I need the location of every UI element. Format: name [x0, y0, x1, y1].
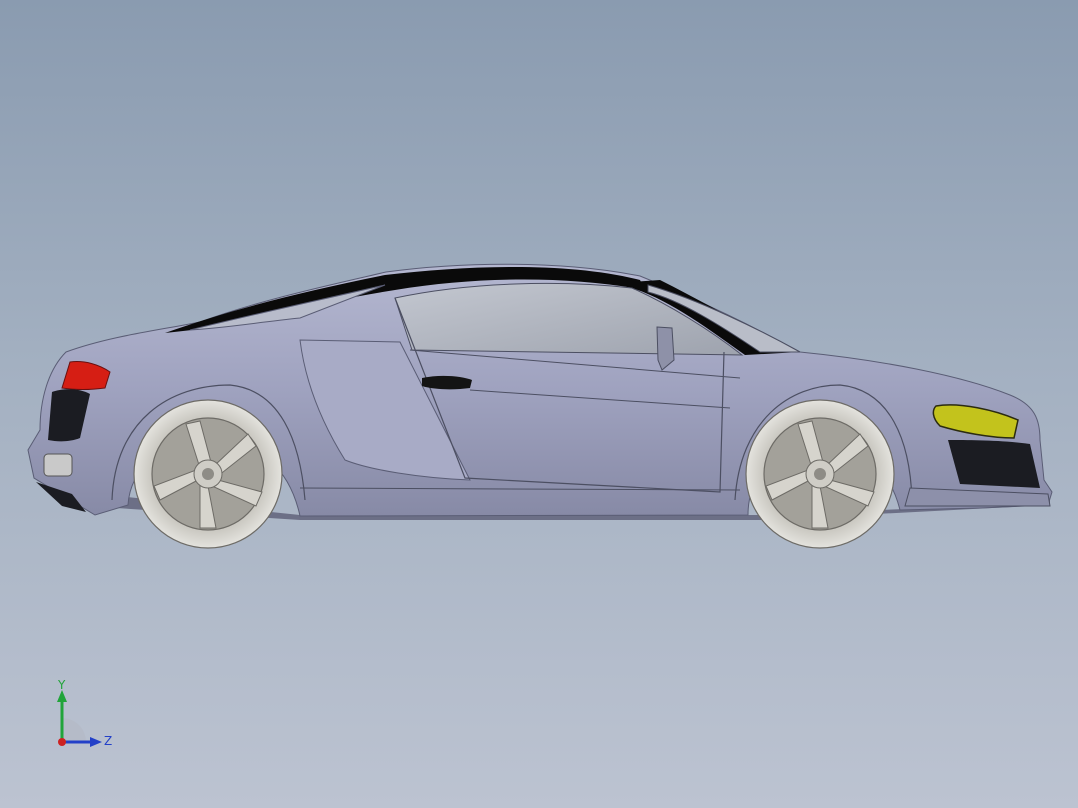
z-axis-label: Z	[104, 734, 112, 748]
front-grille	[948, 440, 1040, 488]
side-window	[394, 282, 744, 356]
triad-quarter-disc	[62, 718, 86, 742]
door-handle	[422, 375, 472, 390]
x-axis-dot	[58, 738, 66, 746]
graphics-viewport[interactable]: Y Z	[0, 0, 1078, 808]
car-model[interactable]	[0, 0, 1078, 808]
axis-triad: Y Z	[57, 680, 112, 748]
z-axis-arrow	[90, 737, 102, 747]
rear-wheel[interactable]	[133, 399, 283, 549]
y-axis-label: Y	[57, 680, 66, 692]
exhaust-pipe	[43, 453, 73, 477]
front-wheel[interactable]	[745, 399, 895, 549]
